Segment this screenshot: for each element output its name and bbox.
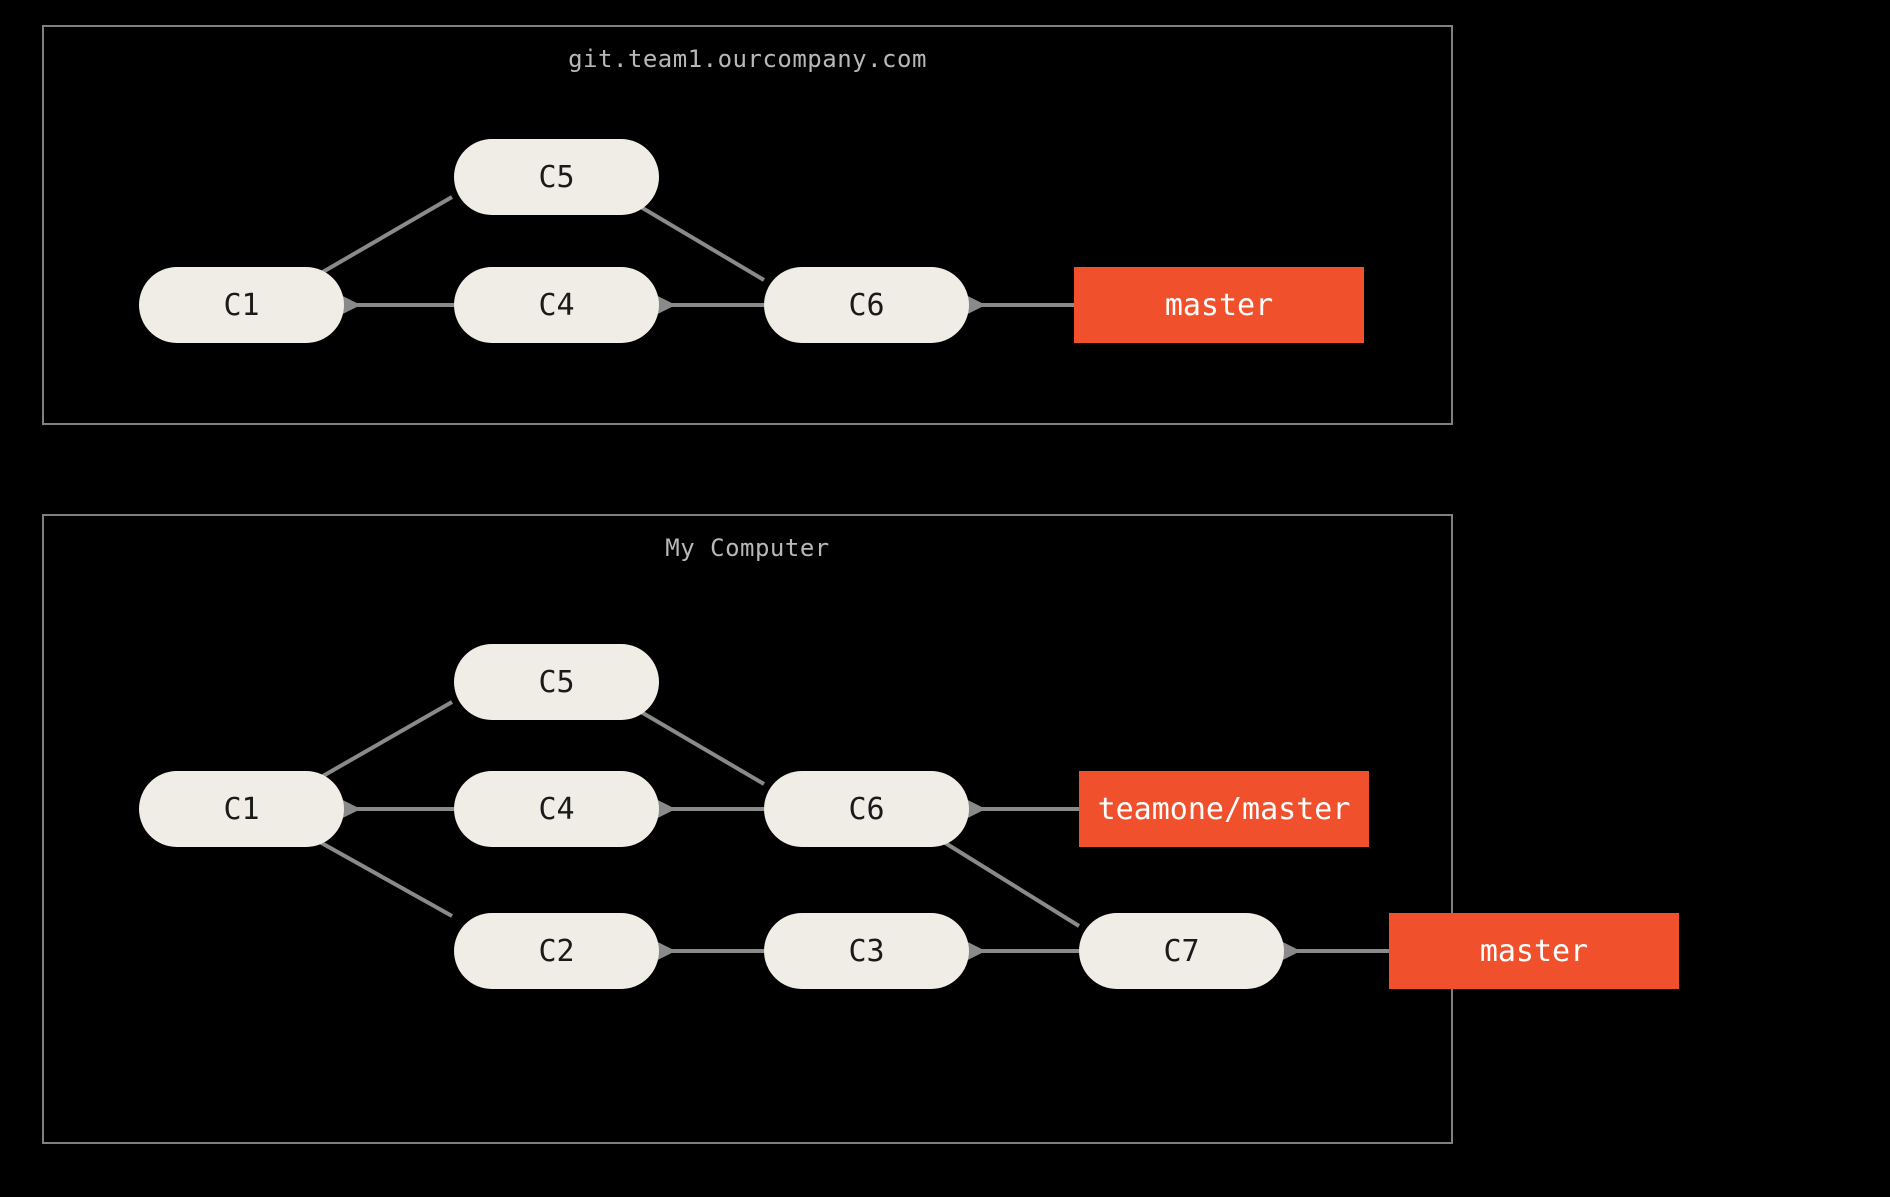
- commit-c4-local: C4: [454, 771, 659, 847]
- panel-local: My Computer: [42, 514, 1453, 1144]
- commit-c2-local: C2: [454, 913, 659, 989]
- commit-c1: C1: [139, 267, 344, 343]
- panel-remote: git.team1.ourcompany.com C1 C5 C4 C6 mas…: [42, 25, 1453, 425]
- branch-master-remote: master: [1074, 267, 1364, 343]
- panel-remote-title: git.team1.ourcompany.com: [568, 45, 927, 73]
- branch-teamone-master: teamone/master: [1079, 771, 1369, 847]
- commit-c6: C6: [764, 267, 969, 343]
- commit-c5: C5: [454, 139, 659, 215]
- commit-c1-local: C1: [139, 771, 344, 847]
- panel-local-title: My Computer: [665, 534, 829, 562]
- commit-c3-local: C3: [764, 913, 969, 989]
- commit-c4: C4: [454, 267, 659, 343]
- commit-c6-local: C6: [764, 771, 969, 847]
- commit-c5-local: C5: [454, 644, 659, 720]
- branch-master-local: master: [1389, 913, 1679, 989]
- commit-c7-local: C7: [1079, 913, 1284, 989]
